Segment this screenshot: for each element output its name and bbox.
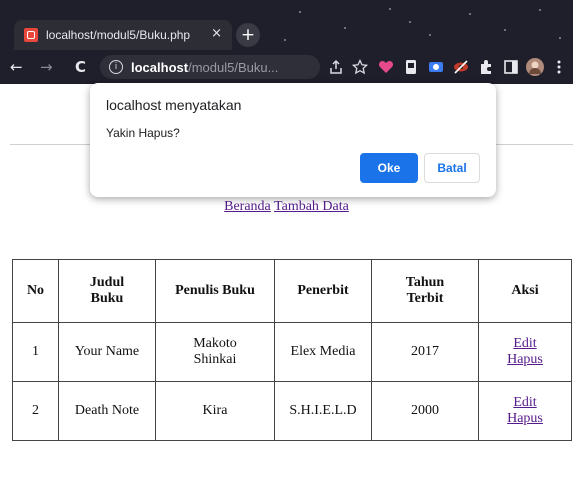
forward-arrow-icon[interactable]: → [40,58,53,76]
profile-avatar[interactable] [526,58,544,76]
star-icon[interactable] [352,59,368,75]
new-tab-button[interactable]: + [236,23,260,47]
screen-capture-extension-icon[interactable] [428,59,444,75]
cancel-button[interactable]: Batal [424,153,480,183]
share-icon[interactable] [328,59,344,75]
address-bar[interactable]: i localhost/modul5/Buku... [100,55,320,79]
browser-toolbar: ← → C i localhost/modul5/Buku... [0,50,573,84]
cell-author: Makoto Shinkai [155,322,275,382]
ok-button[interactable]: Oke [360,153,418,183]
cell-author: Kira [155,381,275,441]
books-table: No Judul Buku Penulis Buku Penerbit Tahun… [12,259,572,441]
edit-link[interactable]: Edit [479,336,571,352]
cell-title: Your Name [58,322,156,382]
header-publisher: Penerbit [274,259,372,323]
page-nav: Beranda Tambah Data [0,199,573,215]
edit-link[interactable]: Edit [479,395,571,411]
site-favicon-icon [24,28,38,42]
url-text[interactable]: localhost/modul5/Buku... [131,60,278,75]
heart-extension-icon[interactable] [378,59,394,75]
kebab-menu-icon[interactable] [555,59,563,75]
cell-action: Edit Hapus [478,322,572,382]
puzzle-extensions-icon[interactable] [478,59,494,75]
eye-off-extension-icon[interactable] [453,59,469,75]
add-data-link[interactable]: Tambah Data [274,199,349,214]
confirm-dialog: localhost menyatakan Yakin Hapus? Oke Ba… [90,83,496,197]
cell-action: Edit Hapus [478,381,572,441]
cell-year: 2017 [371,322,479,382]
header-title: Judul Buku [58,259,156,323]
back-arrow-icon[interactable]: ← [10,58,23,76]
delete-link[interactable]: Hapus [479,352,571,368]
cell-publisher: S.H.I.E.L.D [274,381,372,441]
side-panel-icon[interactable] [503,59,519,75]
cell-no: 2 [12,381,59,441]
browser-tab[interactable]: localhost/modul5/Buku.php × [14,20,232,50]
delete-link[interactable]: Hapus [479,411,571,427]
table-row: 2 Death Note Kira S.H.I.E.L.D 2000 Edit … [12,381,572,441]
dialog-title: localhost menyatakan [106,97,242,113]
info-icon[interactable]: i [109,60,123,74]
save-extension-icon[interactable] [403,59,419,75]
reload-icon[interactable]: C [75,58,86,76]
dialog-message: Yakin Hapus? [106,126,180,140]
header-year: Tahun Terbit [371,259,479,323]
cell-publisher: Elex Media [274,322,372,382]
header-no: No [12,259,59,323]
cell-no: 1 [12,322,59,382]
table-row: 1 Your Name Makoto Shinkai Elex Media 201… [12,322,572,382]
tab-title: localhost/modul5/Buku.php [46,28,191,42]
cell-title: Death Note [58,381,156,441]
table-header-row: No Judul Buku Penulis Buku Penerbit Tahun… [12,259,572,323]
close-icon[interactable]: × [211,26,222,41]
header-action: Aksi [478,259,572,323]
cell-year: 2000 [371,381,479,441]
header-author: Penulis Buku [155,259,275,323]
browser-chrome: localhost/modul5/Buku.php × + ← → C i lo… [0,0,573,84]
home-link[interactable]: Beranda [224,199,271,214]
